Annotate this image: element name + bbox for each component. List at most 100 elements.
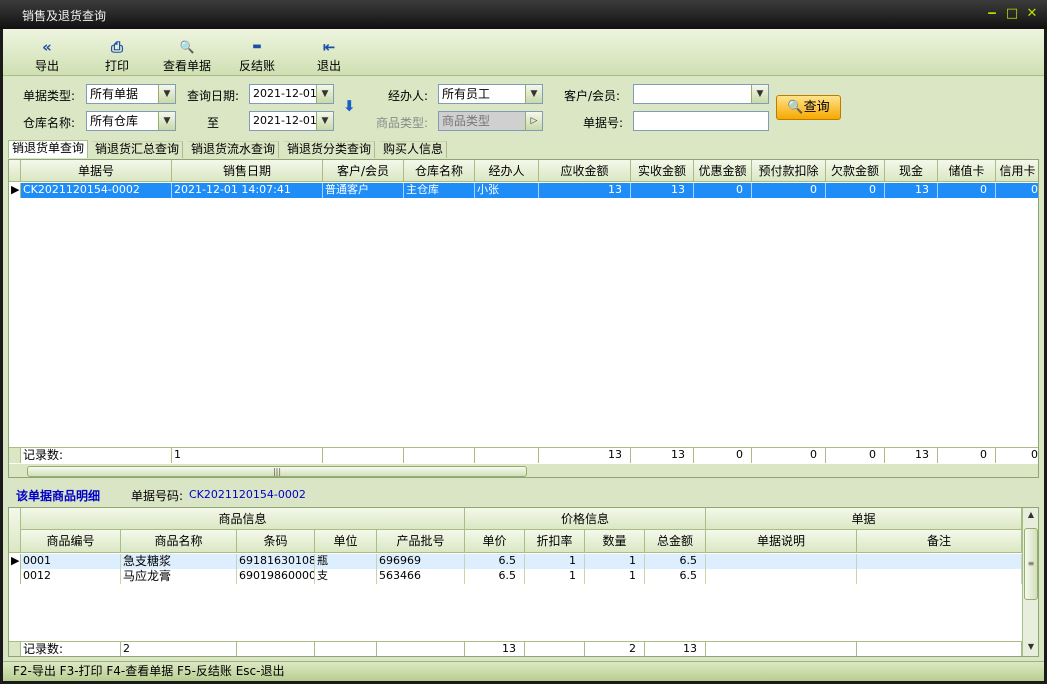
col-receivable[interactable]: 应收金额	[539, 160, 631, 182]
cell-barcode[interactable]: 6918163010887	[237, 554, 315, 569]
col-prepay-deduct[interactable]: 预付款扣除	[752, 160, 826, 182]
minimize-icon[interactable]: ‒	[984, 6, 1000, 22]
cell-quantity[interactable]: 1	[585, 554, 645, 569]
chevron-down-icon[interactable]: ▼	[751, 85, 768, 103]
cell-quantity[interactable]: 1	[585, 569, 645, 584]
cell-received[interactable]: 13	[631, 183, 694, 198]
cell-goods-name[interactable]: 马应龙膏	[121, 569, 237, 584]
cell-prepay[interactable]: 0	[752, 183, 826, 198]
doc-type-select[interactable]: 所有单据 ▼	[86, 84, 176, 104]
col-stored-card[interactable]: 储值卡	[938, 160, 996, 182]
exit-button[interactable]: ⇤ 退出	[309, 29, 349, 75]
col-sale-date[interactable]: 销售日期	[172, 160, 323, 182]
col-unit-price[interactable]: 单价	[465, 530, 525, 553]
arrow-down-icon: ⬇	[343, 97, 356, 115]
col-received[interactable]: 实收金额	[631, 160, 694, 182]
chevron-down-icon[interactable]: ▼	[525, 85, 542, 103]
cell-remark[interactable]	[857, 554, 1022, 569]
col-debt[interactable]: 欠款金额	[826, 160, 885, 182]
chevron-down-icon[interactable]: ▼	[158, 85, 175, 103]
cell-doc-note[interactable]	[706, 569, 857, 584]
cell-goods-code[interactable]: 0001	[21, 554, 121, 569]
cell-batch-no[interactable]: 563466	[377, 569, 465, 584]
cell-handler[interactable]: 小张	[475, 183, 539, 198]
query-button[interactable]: 🔍查询	[776, 95, 841, 120]
col-discount[interactable]: 优惠金额	[694, 160, 752, 182]
col-warehouse[interactable]: 仓库名称	[404, 160, 475, 182]
print-button[interactable]: ⎙ 打印	[97, 29, 137, 75]
col-handler[interactable]: 经办人	[475, 160, 539, 182]
cell-debt[interactable]: 0	[826, 183, 885, 198]
vertical-scrollbar[interactable]: ▲ ≡ ▼	[1022, 508, 1038, 656]
cell-doc-no[interactable]: CK2021120154-0002	[21, 183, 172, 198]
col-remark[interactable]: 备注	[857, 530, 1022, 553]
cell-discount-rate[interactable]: 1	[525, 554, 585, 569]
scroll-down-icon[interactable]: ▼	[1024, 642, 1038, 654]
maximize-icon[interactable]: □	[1004, 6, 1020, 22]
col-goods-name[interactable]: 商品名称	[121, 530, 237, 553]
cell-unit-price[interactable]: 6.5	[465, 569, 525, 584]
col-quantity[interactable]: 数量	[585, 530, 645, 553]
cell-goods-name[interactable]: 急支糖浆	[121, 554, 237, 569]
cell-unit[interactable]: 瓶	[315, 554, 377, 569]
col-discount-rate[interactable]: 折扣率	[525, 530, 585, 553]
cell-sale-date[interactable]: 2021-12-01 14:07:41	[172, 183, 323, 198]
col-barcode[interactable]: 条码	[237, 530, 315, 553]
cell-total[interactable]: 6.5	[645, 554, 706, 569]
col-batch-no[interactable]: 产品批号	[377, 530, 465, 553]
tab-sales-return-category[interactable]: 销退货分类查询	[284, 141, 376, 158]
col-credit-card[interactable]: 信用卡	[996, 160, 1038, 182]
customer-select[interactable]: ▼	[633, 84, 769, 104]
cell-warehouse[interactable]: 主仓库	[404, 183, 475, 198]
cell-remark[interactable]	[857, 569, 1022, 584]
view-document-label: 查看单据	[162, 59, 211, 73]
footer-discount: 0	[694, 447, 752, 463]
cell-customer[interactable]: 普通客户	[323, 183, 404, 198]
col-doc-note[interactable]: 单据说明	[706, 530, 857, 553]
export-label: 导出	[34, 59, 59, 73]
cell-total[interactable]: 6.5	[645, 569, 706, 584]
export-button[interactable]: « 导出	[27, 29, 67, 75]
cell-batch-no[interactable]: 696969	[377, 554, 465, 569]
footer-indicator	[9, 447, 21, 463]
cell-receivable[interactable]: 13	[539, 183, 631, 198]
date-to-value: 2021-12-01	[253, 114, 317, 127]
scrollbar-thumb[interactable]: |||	[27, 466, 527, 477]
warehouse-select[interactable]: 所有仓库 ▼	[86, 111, 176, 131]
cell-doc-note[interactable]	[706, 554, 857, 569]
cell-barcode[interactable]: 6901986000036	[237, 569, 315, 584]
cell-cash[interactable]: 13	[885, 183, 938, 198]
cell-unit-price[interactable]: 6.5	[465, 554, 525, 569]
row-pointer-icon: ▶	[11, 554, 21, 569]
tab-sales-return-doc[interactable]: 销退货单查询	[8, 140, 89, 158]
col-total[interactable]: 总金额	[645, 530, 706, 553]
tab-sales-return-flow[interactable]: 销退货流水查询	[188, 141, 280, 158]
cell-unit[interactable]: 支	[315, 569, 377, 584]
tab-sales-return-summary[interactable]: 销退货汇总查询	[92, 141, 184, 158]
chevron-down-icon[interactable]: ▼	[158, 112, 175, 130]
date-from-picker[interactable]: 2021-12-01 ▼	[249, 84, 334, 104]
col-unit[interactable]: 单位	[315, 530, 377, 553]
col-cash[interactable]: 现金	[885, 160, 938, 182]
tab-buyer-info[interactable]: 购买人信息	[380, 141, 448, 158]
cell-discount-rate[interactable]: 1	[525, 569, 585, 584]
exit-door-icon: ⇤	[322, 38, 336, 56]
cell-stored-card[interactable]: 0	[938, 183, 996, 198]
close-icon[interactable]: ✕	[1024, 6, 1040, 22]
col-customer[interactable]: 客户/会员	[323, 160, 404, 182]
cell-discount[interactable]: 0	[694, 183, 752, 198]
view-document-button[interactable]: 🔍 查看单据	[159, 29, 215, 75]
scrollbar-thumb[interactable]: ≡	[1024, 528, 1038, 600]
chevron-down-icon[interactable]: ▼	[316, 112, 333, 130]
doc-no-input[interactable]	[633, 111, 769, 131]
scroll-up-icon[interactable]: ▲	[1024, 510, 1038, 522]
chevron-down-icon[interactable]: ▼	[316, 85, 333, 103]
date-to-picker[interactable]: 2021-12-01 ▼	[249, 111, 334, 131]
cell-credit-card[interactable]: 0	[996, 183, 1038, 198]
col-goods-code[interactable]: 商品编号	[21, 530, 121, 553]
horizontal-scrollbar[interactable]: |||	[9, 464, 1038, 477]
handler-select[interactable]: 所有员工 ▼	[438, 84, 543, 104]
cell-goods-code[interactable]: 0012	[21, 569, 121, 584]
col-doc-no[interactable]: 单据号	[21, 160, 172, 182]
reverse-checkout-button[interactable]: ▬ 反结账	[235, 29, 279, 75]
